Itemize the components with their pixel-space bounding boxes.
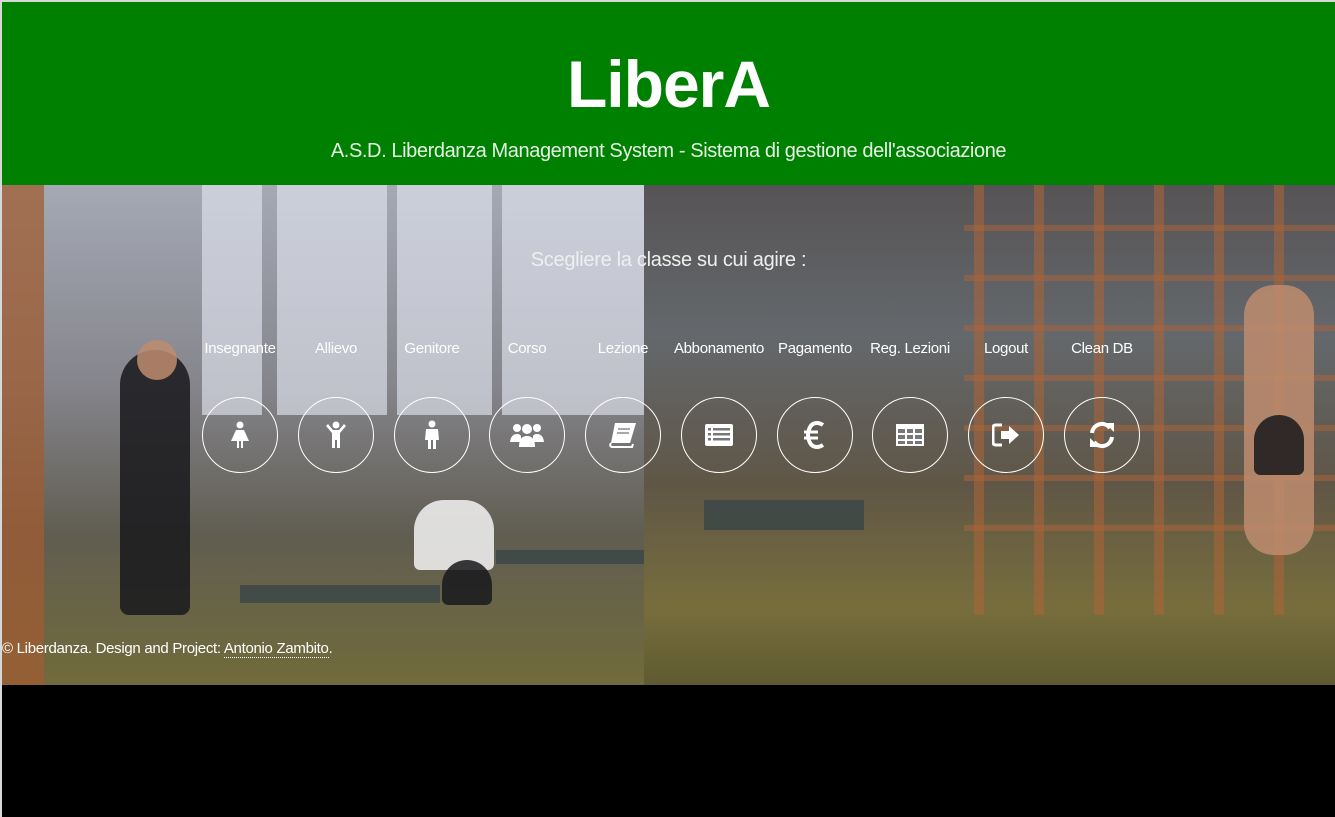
refresh-icon [1090, 421, 1114, 449]
nav-button-lezione[interactable] [585, 397, 661, 473]
nav-item-corso[interactable]: Corso [479, 339, 575, 473]
euro-icon [804, 421, 825, 449]
nav-item-logout[interactable]: Logout [958, 339, 1054, 473]
nav-item-genitore[interactable]: Genitore [384, 339, 480, 473]
nav-item-allievo[interactable]: Allievo [288, 339, 384, 473]
site-title: LiberA [566, 47, 771, 121]
nav-item-insegnante[interactable]: Insegnante [192, 339, 288, 473]
site-subtitle: A.S.D. Liberdanza Management System - Si… [330, 140, 1007, 162]
nav-item-lezione[interactable]: Lezione [575, 339, 671, 473]
nav-label: Genitore [404, 340, 460, 357]
nav-label: Clean DB [1071, 340, 1133, 357]
nav-button-genitore[interactable] [394, 397, 470, 473]
users-icon [510, 424, 544, 447]
nav-button-corso[interactable] [489, 397, 565, 473]
footer: © Liberdanza. Design and Project: Antoni… [2, 640, 333, 658]
site-header: LiberA A.S.D. Liberdanza Management Syst… [2, 2, 1335, 185]
nav-button-pagamento[interactable] [777, 397, 853, 473]
nav-label: Abbonamento [673, 340, 765, 357]
nav-item-clean-db[interactable]: Clean DB [1054, 339, 1150, 473]
nav-label: Logout [983, 340, 1029, 357]
table-icon [896, 424, 924, 446]
nav-label: Insegnante [204, 340, 276, 357]
selection-prompt: Scegliere la classe su cui agire : [530, 249, 807, 271]
nav-button-abbonamento[interactable] [681, 397, 757, 473]
nav-button-insegnante[interactable] [202, 397, 278, 473]
nav-button-allievo[interactable] [298, 397, 374, 473]
male-icon [425, 420, 439, 449]
nav-label: Reg. Lezioni [870, 340, 950, 357]
book-icon [609, 423, 636, 448]
nav-button-clean-db[interactable] [1064, 397, 1140, 473]
class-nav: Insegnante Allievo Genitore Corso Lezion… [2, 339, 1335, 499]
nav-label: Allievo [314, 340, 358, 357]
list-alt-icon [705, 424, 733, 446]
main-section: Scegliere la classe su cui agire : Inseg… [2, 185, 1335, 685]
nav-item-reg-lezioni[interactable]: Reg. Lezioni [862, 339, 958, 473]
footer-trailing: . [328, 640, 333, 657]
female-icon [231, 421, 249, 448]
child-icon [326, 421, 346, 448]
sign-out-icon [992, 423, 1019, 447]
nav-label: Corso [507, 340, 547, 357]
nav-item-pagamento[interactable]: Pagamento [767, 339, 863, 473]
nav-label: Pagamento [777, 340, 853, 357]
nav-button-logout[interactable] [968, 397, 1044, 473]
copyright-text: © Liberdanza. Design and Project: [2, 640, 224, 657]
nav-button-reg-lezioni[interactable] [872, 397, 948, 473]
author-link[interactable]: Antonio Zambito [223, 640, 329, 658]
nav-label: Lezione [597, 340, 649, 357]
nav-item-abbonamento[interactable]: Abbonamento [671, 339, 767, 473]
